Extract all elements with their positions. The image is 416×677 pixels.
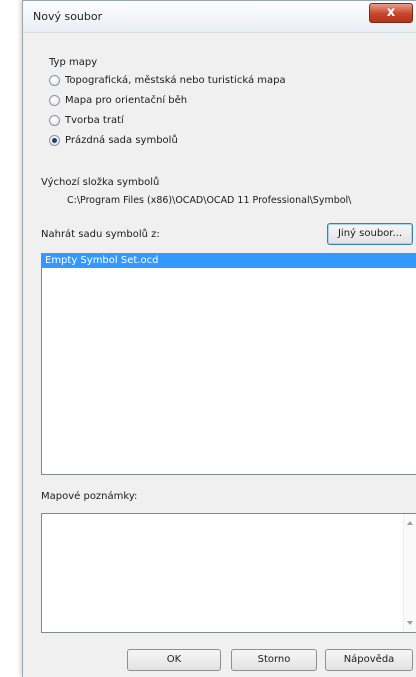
dialog-title: Nový soubor	[33, 10, 103, 23]
radio-icon	[49, 114, 60, 126]
load-symbols-label: Nahrát sadu symbolů z:	[41, 229, 160, 240]
close-icon: x	[386, 5, 396, 20]
title-bar: Nový soubor x	[23, 1, 416, 33]
notes-scrollbar[interactable]	[403, 514, 416, 632]
radio-icon	[49, 94, 60, 106]
close-button[interactable]: x	[369, 3, 413, 23]
ok-button[interactable]: OK	[127, 649, 221, 671]
radio-orienteering[interactable]: Mapa pro orientační běh	[49, 93, 187, 107]
scroll-up-icon[interactable]	[407, 521, 413, 525]
radio-checked-icon	[49, 134, 60, 146]
radio-label: Tvorba tratí	[65, 114, 124, 126]
radio-course-setting[interactable]: Tvorba tratí	[49, 113, 124, 127]
new-file-dialog: Nový soubor x Typ mapy Topografická, měs…	[22, 0, 416, 677]
map-notes-textarea[interactable]	[41, 513, 416, 633]
radio-label: Mapa pro orientační běh	[65, 94, 188, 106]
symbol-set-list[interactable]: Empty Symbol Set.ocd	[41, 253, 416, 475]
map-type-label: Typ mapy	[49, 57, 98, 68]
scroll-down-icon[interactable]	[407, 621, 413, 625]
radio-label: Topografická, městská nebo turistická ma…	[65, 74, 286, 86]
help-button[interactable]: Nápověda	[325, 649, 413, 671]
radio-topographic[interactable]: Topografická, městská nebo turistická ma…	[49, 73, 286, 87]
other-file-button[interactable]: Jiný soubor...	[327, 223, 413, 245]
cancel-button[interactable]: Storno	[231, 649, 317, 671]
symbol-folder-path: C:\Program Files (x86)\OCAD\OCAD 11 Prof…	[67, 195, 352, 206]
map-notes-label: Mapové poznámky:	[41, 491, 138, 502]
radio-label: Prázdná sada symbolů	[65, 134, 178, 146]
list-item[interactable]: Empty Symbol Set.ocd	[42, 254, 416, 268]
radio-empty-symbol-set[interactable]: Prázdná sada symbolů	[49, 133, 178, 147]
symbol-folder-label: Výchozí složka symbolů	[41, 177, 160, 188]
radio-icon	[49, 74, 60, 86]
